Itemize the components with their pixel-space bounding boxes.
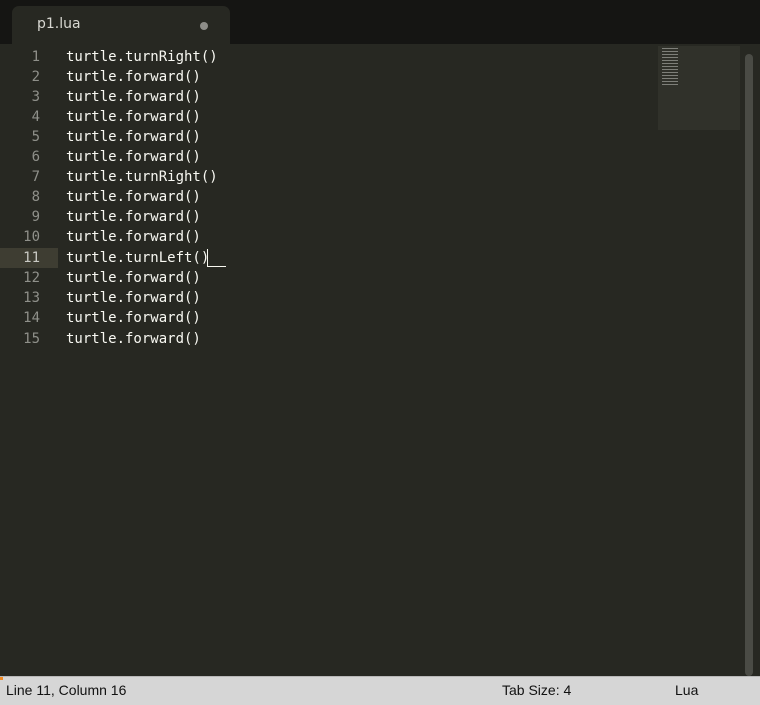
line-number: 13 — [23, 290, 40, 306]
line-number: 10 — [23, 229, 40, 245]
syntax-selector[interactable]: Lua — [675, 682, 698, 698]
code-text: turtle.forward() — [66, 331, 201, 347]
line-number: 6 — [31, 149, 40, 165]
status-accent-mark — [0, 677, 3, 680]
active-code-line[interactable]: 11 turtle.turnLeft() — [0, 248, 760, 268]
line-number: 4 — [31, 109, 40, 125]
code-text: turtle.forward() — [66, 290, 201, 306]
code-line[interactable]: 3 turtle.forward() — [0, 87, 760, 107]
code-line[interactable]: 4 turtle.forward() — [0, 107, 760, 127]
line-number: 9 — [31, 209, 40, 225]
code-line[interactable]: 10 turtle.forward() — [0, 227, 760, 247]
code-text: turtle.turnLeft() — [66, 250, 210, 266]
code-text: turtle.forward() — [66, 209, 201, 225]
code-text: turtle.forward() — [66, 69, 201, 85]
line-number: 7 — [31, 169, 40, 185]
code-text: turtle.forward() — [66, 189, 201, 205]
code-line[interactable]: 9 turtle.forward() — [0, 207, 760, 227]
line-number: 14 — [23, 310, 40, 326]
minimap-code-preview — [662, 48, 678, 86]
tab-size-selector[interactable]: Tab Size: 4 — [502, 682, 571, 698]
bracket-match-underline — [208, 266, 226, 267]
line-number: 5 — [31, 129, 40, 145]
line-number: 8 — [31, 189, 40, 205]
code-line[interactable]: 1 turtle.turnRight() — [0, 47, 760, 67]
line-number: 12 — [23, 270, 40, 286]
code-text: turtle.turnRight() — [66, 49, 218, 65]
code-line[interactable]: 12 turtle.forward() — [0, 268, 760, 288]
scrollbar-thumb[interactable] — [745, 54, 753, 676]
code-text: turtle.turnRight() — [66, 169, 218, 185]
code-text: turtle.forward() — [66, 270, 201, 286]
code-text: turtle.forward() — [66, 149, 201, 165]
code-line[interactable]: 8 turtle.forward() — [0, 187, 760, 207]
tab-title: p1.lua — [37, 16, 81, 32]
line-number: 2 — [31, 69, 40, 85]
code-line[interactable]: 13 turtle.forward() — [0, 288, 760, 308]
code-line[interactable]: 14 turtle.forward() — [0, 308, 760, 328]
code-line[interactable]: 2 turtle.forward() — [0, 67, 760, 87]
code-text: turtle.forward() — [66, 129, 201, 145]
minimap[interactable] — [658, 46, 740, 130]
code-line[interactable]: 6 turtle.forward() — [0, 147, 760, 167]
tab-bar: p1.lua — [0, 0, 760, 44]
line-number: 15 — [23, 331, 40, 347]
line-number: 3 — [31, 89, 40, 105]
code-text: turtle.forward() — [66, 89, 201, 105]
cursor-position[interactable]: Line 11, Column 16 — [6, 682, 126, 698]
status-bar: Line 11, Column 16 Tab Size: 4 Lua — [0, 676, 760, 705]
code-text: turtle.forward() — [66, 109, 201, 125]
code-text: turtle.forward() — [66, 310, 201, 326]
line-number: 1 — [31, 49, 40, 65]
code-line[interactable]: 5 turtle.forward() — [0, 127, 760, 147]
code-line[interactable]: 7 turtle.turnRight() — [0, 167, 760, 187]
unsaved-dot-icon[interactable] — [200, 22, 208, 30]
file-tab[interactable]: p1.lua — [12, 6, 230, 44]
vertical-scrollbar[interactable] — [743, 48, 756, 676]
line-number: 11 — [23, 250, 40, 266]
code-line[interactable]: 15 turtle.forward() — [0, 329, 760, 349]
text-cursor — [207, 249, 208, 267]
code-editor[interactable]: 1 turtle.turnRight() 2 turtle.forward() … — [0, 44, 760, 676]
code-text: turtle.forward() — [66, 229, 201, 245]
